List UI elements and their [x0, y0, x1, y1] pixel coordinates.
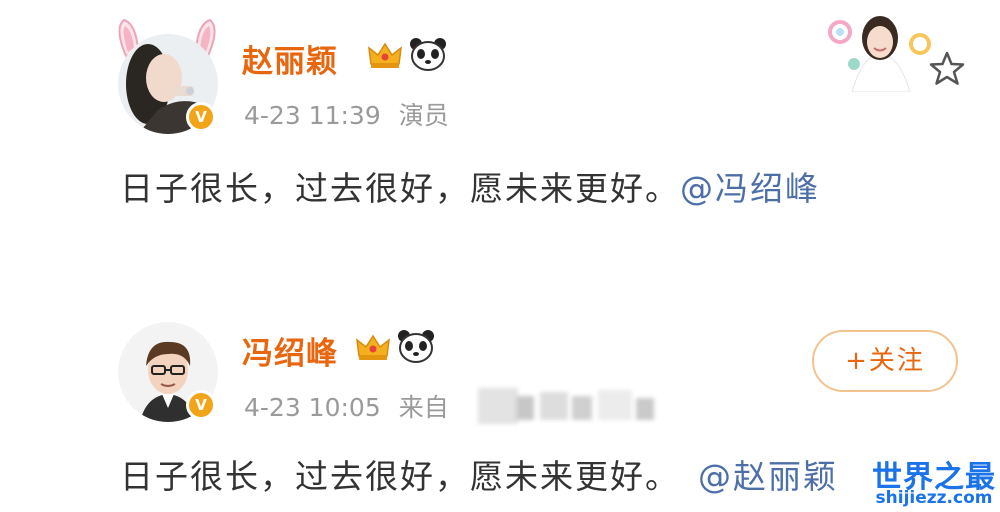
- avatar-zhao[interactable]: V: [118, 34, 218, 134]
- post-time[interactable]: 4-23 10:05: [244, 393, 381, 422]
- sticker-image: [828, 16, 931, 92]
- post-text: 日子很长，过去很好，愿未来更好。@冯绍峰: [120, 162, 820, 210]
- weibo-post-zhao: V 赵丽颖 4-23 11:39 演员 日子很长，过去很好，愿未来更好。@冯绍峰: [0, 0, 1000, 250]
- post-meta: 4-23 11:39 演员: [244, 96, 449, 132]
- post-source: 演员: [398, 101, 449, 130]
- post-body: 日子很长，过去很好，愿未来更好。: [120, 169, 680, 208]
- mention-link[interactable]: @冯绍峰: [680, 169, 820, 208]
- post-time[interactable]: 4-23 11:39: [244, 101, 381, 130]
- crown-icon: [368, 42, 402, 68]
- panda-icon: [398, 330, 434, 363]
- verified-badge-icon: V: [186, 102, 216, 132]
- watermark-url: shijiezz.com: [875, 488, 993, 508]
- username[interactable]: 赵丽颖: [242, 36, 338, 81]
- panda-icon: [410, 38, 446, 71]
- post-meta: 4-23 10:05 来自: [244, 388, 449, 424]
- post-text: 日子很长，过去很好，愿未来更好。 @赵丽颖: [120, 450, 838, 498]
- post-source: 来自: [398, 393, 449, 422]
- follow-button[interactable]: +关注: [812, 330, 958, 392]
- mention-link[interactable]: @赵丽颖: [698, 457, 838, 496]
- verified-badge-icon: V: [186, 390, 216, 420]
- watermark: 世界之最 shijiezz.com: [872, 452, 996, 508]
- post-body: 日子很长，过去很好，愿未来更好。: [120, 457, 680, 496]
- star-icon[interactable]: [928, 50, 966, 88]
- username[interactable]: 冯绍峰: [242, 328, 338, 373]
- crown-icon: [356, 334, 390, 360]
- avatar-feng[interactable]: V: [118, 322, 218, 422]
